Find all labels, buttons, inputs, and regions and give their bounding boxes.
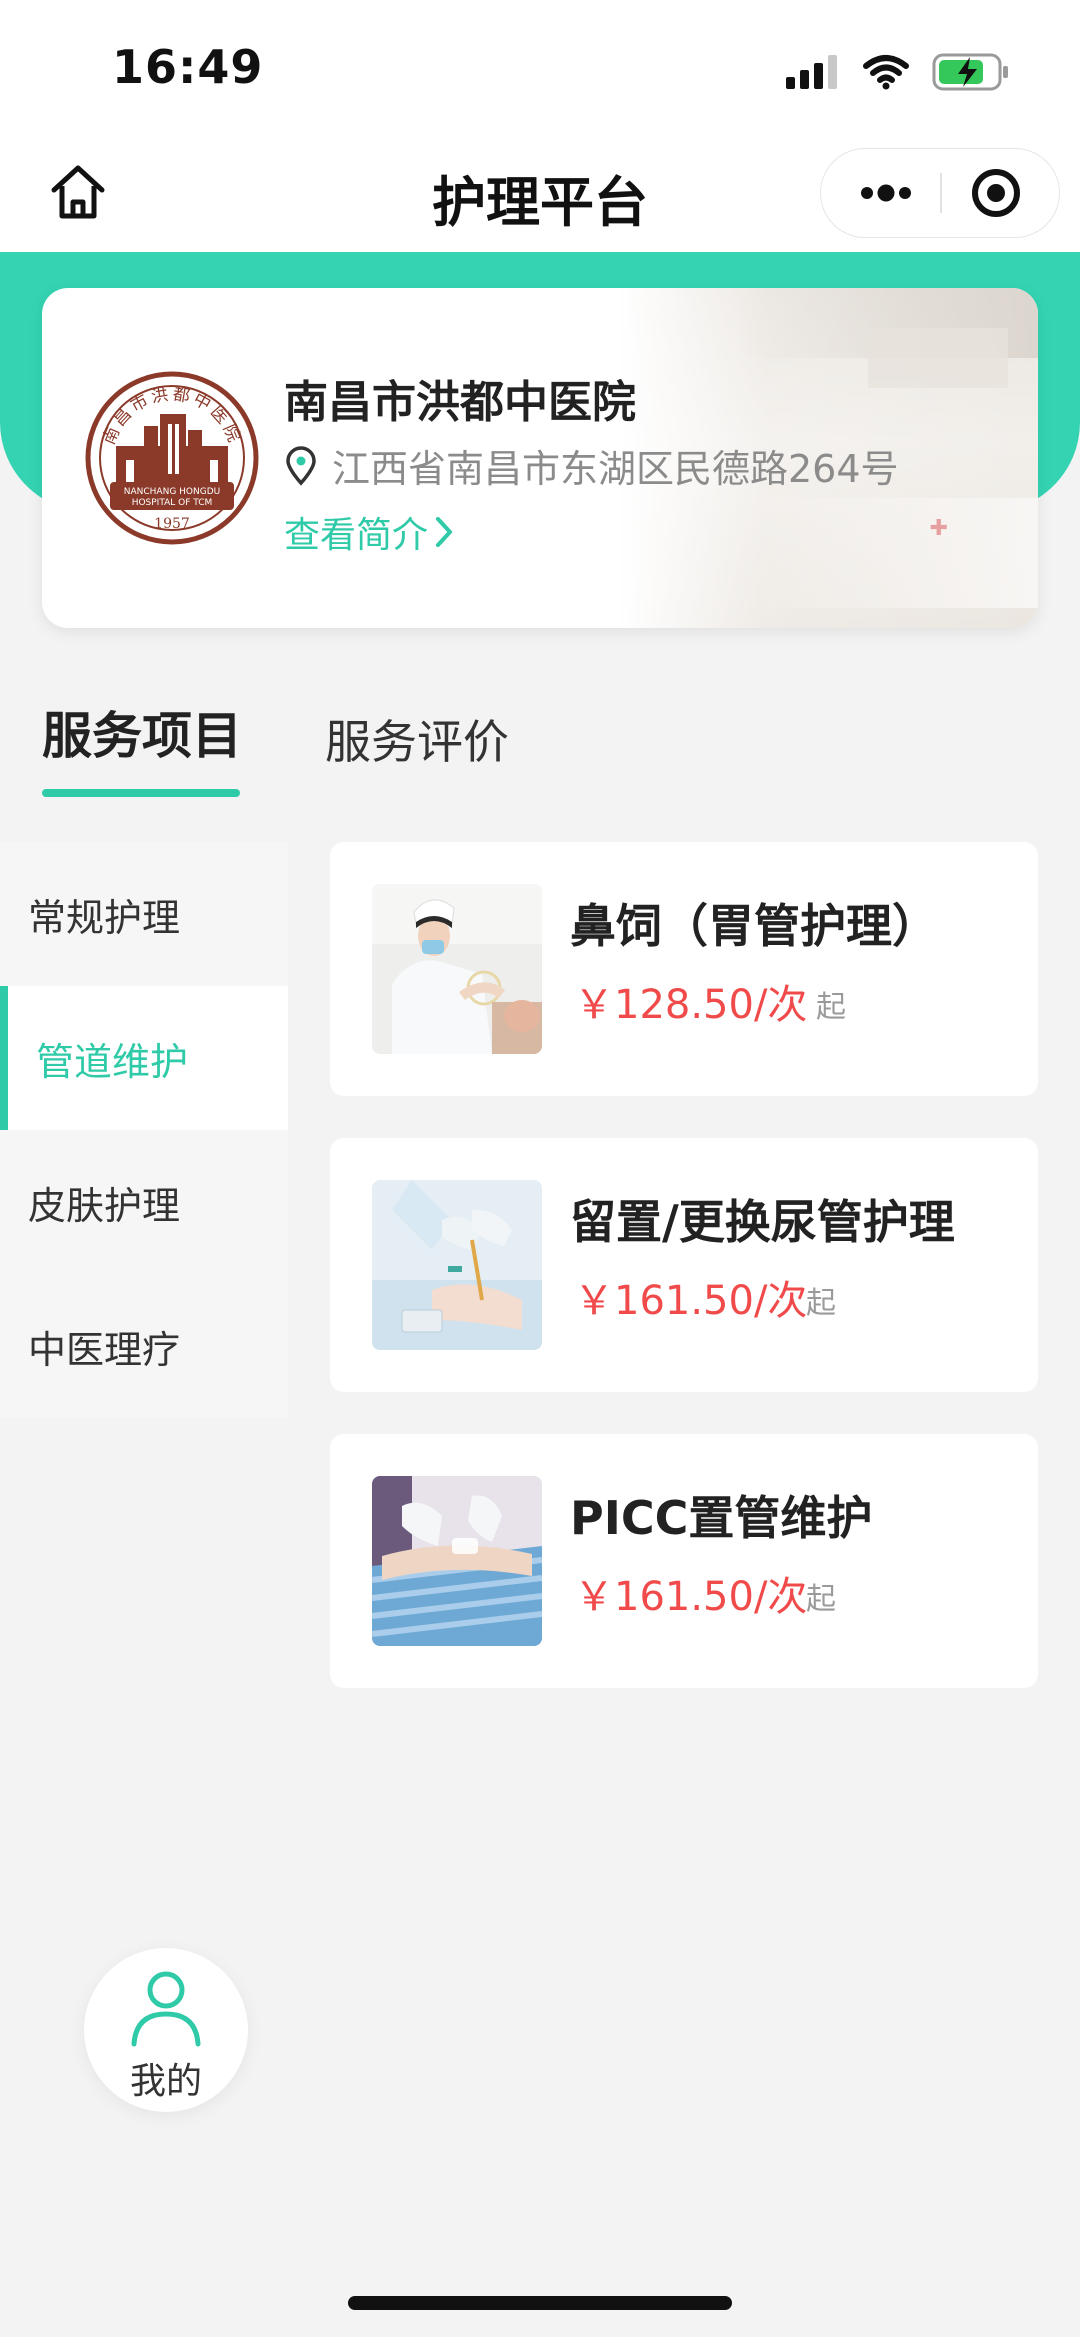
category-label: 管道维护: [36, 1039, 189, 1084]
service-card[interactable]: PICC置管维护 ￥161.50/次 起: [330, 1434, 1038, 1688]
status-bar: 16:49: [0, 0, 1080, 140]
service-name: PICC置管维护: [570, 1491, 873, 1545]
service-price: ￥161.50/次: [574, 1278, 808, 1324]
wifi-icon: [863, 55, 909, 90]
service-card[interactable]: 留置/更换尿管护理 ￥161.50/次 起: [330, 1138, 1038, 1392]
logo-english-line1: NANCHANG HONGDU: [124, 487, 220, 497]
service-name: 鼻饲（胃管护理）: [570, 899, 938, 953]
hospital-card[interactable]: ✚ 南昌市洪都中医院 NANCHANG HONGDU HOSPITAL OF T…: [42, 288, 1038, 628]
location-pin-icon: [286, 445, 316, 486]
view-intro-link[interactable]: 查看简介: [284, 506, 454, 558]
hospital-name: 南昌市洪都中医院: [284, 377, 636, 428]
category-item-tcm-therapy[interactable]: 中医理疗: [0, 1274, 288, 1418]
more-icon[interactable]: [841, 149, 931, 237]
user-icon: [131, 1971, 201, 2047]
service-price: ￥128.50/次: [574, 982, 808, 1028]
service-name: 留置/更换尿管护理: [570, 1195, 955, 1249]
view-intro-label: 查看简介: [284, 515, 429, 556]
category-label: 中医理疗: [28, 1327, 181, 1372]
service-card[interactable]: 鼻饲（胃管护理） ￥128.50/次 起: [330, 842, 1038, 1096]
logo-year: 1957: [154, 516, 190, 532]
nasogastric-care-photo: [372, 884, 542, 1054]
service-price-suffix: 起: [806, 1286, 836, 1321]
service-price-suffix: 起: [806, 1582, 836, 1617]
tab-service-reviews[interactable]: 服务评价: [325, 706, 509, 772]
category-sidebar: 常规护理 管道维护 皮肤护理 中医理疗: [0, 842, 288, 1418]
service-price: ￥161.50/次: [574, 1574, 808, 1620]
service-price-suffix: 起: [816, 990, 846, 1025]
service-list: 鼻饲（胃管护理） ￥128.50/次 起 留置/更换尿管护理 ￥161.50/次…: [330, 842, 1038, 1730]
category-label: 常规护理: [28, 895, 181, 940]
capsule-divider: [940, 173, 942, 213]
status-time: 16:49: [112, 40, 264, 94]
chevron-right-icon: [436, 517, 453, 547]
category-item-tube-maintenance[interactable]: 管道维护: [0, 986, 288, 1130]
signal-icon: [786, 55, 837, 89]
picc-care-photo: [372, 1476, 542, 1646]
mine-button[interactable]: 我的: [84, 1948, 248, 2112]
hospital-address[interactable]: 江西省南昌市东湖区民德路264号: [284, 438, 899, 493]
close-mini-program-icon[interactable]: [951, 149, 1041, 237]
hospital-address-text: 江西省南昌市东湖区民德路264号: [332, 447, 899, 491]
home-indicator[interactable]: [348, 2296, 732, 2310]
nav-bar: 护理平台: [0, 140, 1080, 252]
category-label: 皮肤护理: [28, 1183, 181, 1228]
category-item-skin-care[interactable]: 皮肤护理: [0, 1130, 288, 1274]
status-icons: [786, 48, 1010, 96]
logo-english-line2: HOSPITAL OF TCM: [132, 498, 213, 508]
tab-service-items[interactable]: 服务项目: [42, 696, 242, 768]
active-category-bar: [0, 986, 8, 1130]
mine-label: 我的: [129, 2061, 202, 2102]
hospital-logo: 南昌市洪都中医院 NANCHANG HONGDU HOSPITAL OF TCM…: [85, 371, 259, 545]
mini-program-capsule: [820, 148, 1060, 238]
battery-charging-icon: [932, 53, 1008, 91]
active-tab-indicator: [42, 789, 240, 797]
category-item-routine-care[interactable]: 常规护理: [0, 842, 288, 986]
catheter-care-photo: [372, 1180, 542, 1350]
